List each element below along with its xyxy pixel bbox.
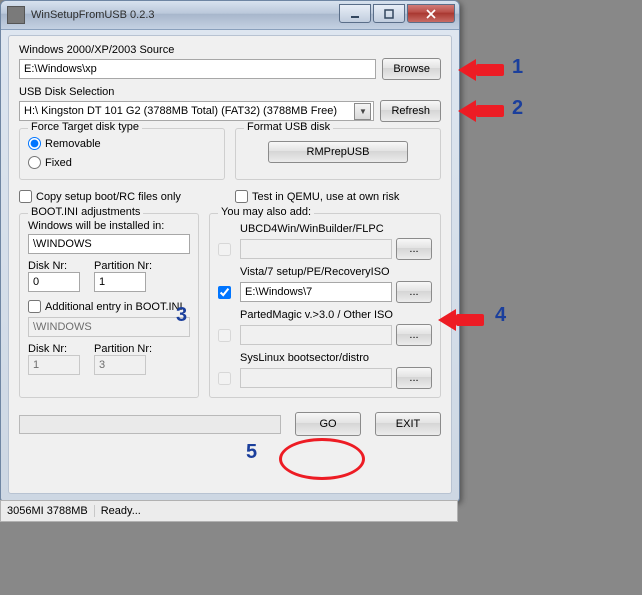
partnr-input-1[interactable] [94, 272, 146, 292]
bootini-legend: BOOT.INI adjustments [28, 206, 143, 218]
app-icon [7, 6, 25, 24]
format-usb-group: Format USB disk RMPrepUSB [235, 128, 441, 180]
status-size: 3056MI 3788MB [1, 505, 95, 517]
partnr-input-2 [94, 355, 146, 375]
format-legend: Format USB disk [244, 121, 333, 133]
removable-label: Removable [45, 138, 101, 150]
partnr-label-1: Partition Nr: [94, 260, 152, 272]
also-browse-0[interactable]: ... [396, 238, 432, 260]
refresh-button[interactable]: Refresh [380, 100, 441, 122]
anno-num-1: 1 [512, 56, 523, 79]
install-path-1[interactable] [28, 234, 190, 254]
installed-in-label: Windows will be installed in: [28, 220, 190, 232]
usb-disk-value: H:\ Kingston DT 101 G2 (3788MB Total) (F… [24, 105, 337, 117]
copy-rc-label: Copy setup boot/RC files only [36, 191, 181, 203]
anno-arrow-1 [458, 59, 504, 81]
titlebar: WinSetupFromUSB 0.2.3 [1, 1, 459, 30]
also-browse-1[interactable]: ... [396, 281, 432, 303]
removable-radio[interactable] [28, 137, 41, 150]
progress-bar [19, 415, 281, 434]
bootini-group: BOOT.INI adjustments Windows will be ins… [19, 213, 199, 398]
fixed-radio[interactable] [28, 156, 41, 169]
force-legend: Force Target disk type [28, 121, 142, 133]
also-label-1: Vista/7 setup/PE/RecoveryISO [240, 266, 432, 278]
close-button[interactable] [407, 4, 455, 23]
fixed-radio-row[interactable]: Fixed [28, 156, 216, 169]
also-browse-3[interactable]: ... [396, 367, 432, 389]
also-path-3 [240, 368, 392, 388]
go-button[interactable]: GO [295, 412, 361, 436]
window-title: WinSetupFromUSB 0.2.3 [31, 9, 155, 21]
also-path-2 [240, 325, 392, 345]
disknr-label-1: Disk Nr: [28, 260, 80, 272]
also-label-2: PartedMagic v.>3.0 / Other ISO [240, 309, 432, 321]
test-qemu-label: Test in QEMU, use at own risk [252, 191, 399, 203]
install-path-2 [28, 317, 190, 337]
anno-num-4: 4 [495, 304, 506, 327]
additional-entry-row[interactable]: Additional entry in BOOT.INI [28, 300, 190, 313]
also-check-1[interactable] [218, 286, 231, 299]
disknr-label-2: Disk Nr: [28, 343, 80, 355]
source-label: Windows 2000/XP/2003 Source [19, 44, 441, 56]
additional-entry-checkbox[interactable] [28, 300, 41, 313]
also-check-2 [218, 329, 231, 342]
also-path-0 [240, 239, 392, 259]
also-label-3: SysLinux bootsector/distro [240, 352, 432, 364]
copy-rc-checkbox[interactable] [19, 190, 32, 203]
usb-label: USB Disk Selection [19, 86, 441, 98]
fixed-label: Fixed [45, 157, 72, 169]
test-qemu-row[interactable]: Test in QEMU, use at own risk [235, 190, 441, 203]
force-disk-type-group: Force Target disk type Removable Fixed [19, 128, 225, 180]
maximize-button[interactable] [373, 4, 405, 23]
removable-radio-row[interactable]: Removable [28, 137, 216, 150]
copy-rc-row[interactable]: Copy setup boot/RC files only [19, 190, 225, 203]
usb-disk-combo[interactable]: H:\ Kingston DT 101 G2 (3788MB Total) (F… [19, 101, 374, 121]
client-area: Windows 2000/XP/2003 Source Browse USB D… [8, 35, 452, 494]
app-window: WinSetupFromUSB 0.2.3 Windows 2000/XP/20… [0, 0, 460, 502]
also-path-1[interactable] [240, 282, 392, 302]
test-qemu-checkbox[interactable] [235, 190, 248, 203]
exit-button[interactable]: EXIT [375, 412, 441, 436]
also-legend: You may also add: [218, 206, 314, 218]
additional-entry-label: Additional entry in BOOT.INI [45, 301, 183, 313]
rmprepusb-button[interactable]: RMPrepUSB [268, 141, 408, 163]
also-label-0: UBCD4Win/WinBuilder/FLPC [240, 223, 432, 235]
browse-button[interactable]: Browse [382, 58, 441, 80]
status-bar: 3056MI 3788MB Ready... [0, 500, 458, 522]
anno-num-2: 2 [512, 97, 523, 120]
also-add-group: You may also add: UBCD4Win/WinBuilder/FL… [209, 213, 441, 398]
anno-arrow-2 [458, 100, 504, 122]
disknr-input-1[interactable] [28, 272, 80, 292]
minimize-button[interactable] [339, 4, 371, 23]
also-browse-2[interactable]: ... [396, 324, 432, 346]
also-check-0 [218, 243, 231, 256]
partnr-label-2: Partition Nr: [94, 343, 152, 355]
chevron-down-icon: ▼ [354, 103, 371, 120]
status-text: Ready... [95, 505, 457, 517]
also-check-3 [218, 372, 231, 385]
source-path-input[interactable] [19, 59, 376, 79]
disknr-input-2 [28, 355, 80, 375]
